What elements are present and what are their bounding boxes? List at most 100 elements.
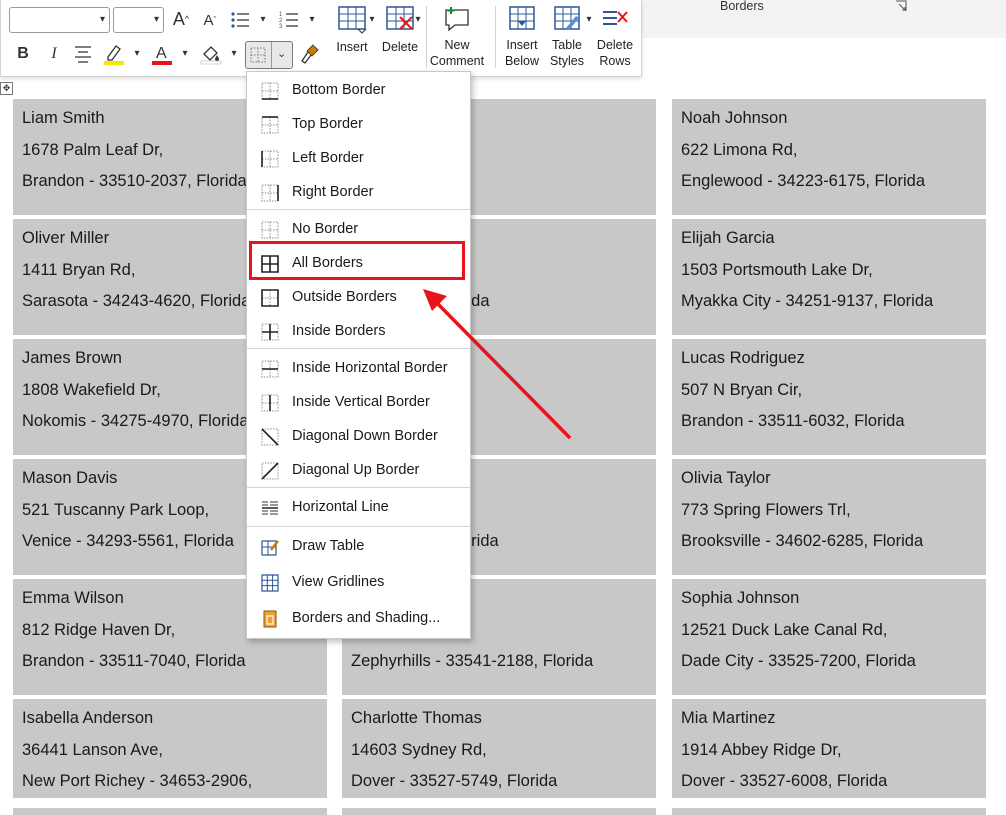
menu-item-label: Outside Borders (292, 289, 397, 305)
label-cell[interactable]: Elijah Garcia 1503 Portsmouth Lake Dr, Mya… (672, 219, 986, 335)
menu-separator (247, 487, 470, 488)
label-street: 12521 Duck Lake Canal Rd, (681, 620, 888, 639)
delete-label: Delete (381, 40, 419, 54)
chevron-down-icon[interactable]: ▾ (229, 48, 239, 59)
column-gap (657, 340, 671, 356)
menu-separator (247, 348, 470, 349)
chevron-down-icon[interactable]: ▾ (367, 14, 377, 25)
bottom-border-icon (261, 82, 279, 100)
menu-item-label: Inside Horizontal Border (292, 360, 448, 376)
borders-and-shading-icon (261, 610, 279, 628)
label-name: Sophia Johnson (681, 589, 800, 607)
view-gridlines-icon (261, 574, 279, 592)
menu-item-inside-borders[interactable]: Inside Borders (247, 315, 470, 347)
chevron-down-icon[interactable]: ▾ (180, 48, 190, 59)
column-gap (657, 700, 671, 716)
chevron-down-icon[interactable]: ▾ (307, 14, 317, 25)
insert-below-button[interactable]: Insert Below (501, 4, 543, 69)
italic-icon[interactable]: I (45, 44, 63, 64)
svg-text:A: A (156, 45, 167, 62)
dialog-launcher-icon[interactable] (895, 0, 907, 12)
insert-below-label: Insert Below (504, 38, 540, 68)
shrink-font-icon[interactable]: Aˇ (200, 10, 220, 30)
delete-table-icon (386, 6, 414, 30)
outside-borders-icon (261, 289, 279, 307)
label-cell[interactable]: Olivia Taylor 773 Spring Flowers Trl, Broo… (672, 459, 986, 575)
label-city-line: Englewood - 34223-6175, Florida (681, 172, 925, 190)
right-border-icon (261, 184, 279, 202)
diagonal-up-border-icon (261, 462, 279, 480)
ribbon: ▾ ▾ A ^ Aˇ ▾ 123 ▾ B I ▾ A ▾ ▾ ⌄ Insert ▾… (0, 0, 642, 77)
menu-item-diagonal-down-border[interactable]: Diagonal Down Border (247, 420, 470, 452)
borders-button[interactable]: ⌄ (245, 41, 293, 69)
menu-item-borders-and-shading[interactable]: Borders and Shading... (247, 602, 470, 634)
menu-separator (247, 526, 470, 527)
borders-dropdown-menu: Bottom Border Top Border Left Border Right … (246, 71, 471, 639)
menu-item-bottom-border[interactable]: Bottom Border (247, 74, 470, 106)
menu-item-left-border[interactable]: Left Border (247, 142, 470, 174)
label-city-line: Zephyrhills - 33541-2188, Florida (351, 652, 594, 670)
menu-item-draw-table[interactable]: Draw Table (247, 530, 470, 562)
left-border-icon (261, 150, 279, 168)
menu-item-label: View Gridlines (292, 574, 385, 590)
menu-item-inside-vertical-border[interactable]: Inside Vertical Border (247, 386, 470, 418)
label-street: 507 N Bryan Cir, (681, 380, 803, 399)
insert-button[interactable]: Insert (330, 4, 374, 55)
border-painter-icon[interactable] (299, 42, 321, 66)
table-move-handle[interactable]: ✥ (0, 82, 13, 95)
column-gap (327, 700, 341, 716)
chevron-down-icon[interactable]: ▾ (258, 14, 268, 25)
menu-item-outside-borders[interactable]: Outside Borders (247, 281, 470, 313)
grow-font-icon[interactable]: A ^ (171, 8, 191, 30)
label-cell[interactable]: Sophia Johnson 12521 Duck Lake Canal Rd, D… (672, 579, 986, 695)
column-gap (657, 460, 671, 476)
ribbon-separator (426, 6, 427, 68)
label-street: 1503 Portsmouth Lake Dr, (681, 260, 873, 279)
font-color-icon[interactable]: A (151, 42, 173, 66)
new-comment-label: New Comment (429, 38, 485, 68)
menu-item-top-border[interactable]: Top Border (247, 108, 470, 140)
new-comment-button[interactable]: New Comment (428, 4, 486, 69)
table-styles-button[interactable]: Table Styles (547, 4, 587, 69)
label-street: 773 Spring Flowers Trl, (681, 500, 851, 519)
label-city-line: Brooksville - 34602-6285, Florida (681, 532, 924, 550)
font-name-dropdown[interactable]: ▾ (9, 7, 110, 33)
bold-icon[interactable]: B (14, 44, 32, 64)
menu-item-right-border[interactable]: Right Border (247, 176, 470, 208)
highlight-icon[interactable] (103, 42, 125, 66)
column-gap (657, 580, 671, 596)
label-name: Charlotte Thomas (351, 709, 482, 727)
ribbon-separator (495, 6, 496, 68)
menu-item-label: Right Border (292, 184, 374, 200)
menu-item-horizontal-line[interactable]: Horizontal Line (247, 491, 470, 523)
label-cell[interactable]: Noah Johnson 622 Limona Rd, Englewood - 34… (672, 99, 986, 215)
menu-item-label: Draw Table (292, 538, 365, 554)
label-name: Noah Johnson (681, 109, 788, 127)
menu-item-diagonal-up-border[interactable]: Diagonal Up Border (247, 454, 470, 486)
inside-horizontal-border-icon (261, 360, 279, 378)
chevron-down-icon[interactable]: ▾ (132, 48, 142, 59)
delete-rows-button[interactable]: Delete Rows (593, 4, 637, 69)
align-center-icon[interactable] (73, 45, 93, 63)
numbering-icon[interactable]: 123 (279, 10, 299, 30)
chevron-down-icon[interactable]: ⌄ (277, 47, 286, 60)
status-bar-strip (0, 798, 1006, 808)
inside-borders-icon (261, 323, 279, 341)
top-border-icon (261, 116, 279, 134)
shading-icon[interactable] (200, 42, 222, 66)
draw-table-icon (261, 538, 279, 556)
label-city-line: Myakka City - 34251-9137, Florida (681, 292, 934, 310)
menu-item-inside-horizontal-border[interactable]: Inside Horizontal Border (247, 352, 470, 384)
menu-item-label: Horizontal Line (292, 499, 389, 515)
menu-item-view-gridlines[interactable]: View Gridlines (247, 566, 470, 598)
menu-item-label: Borders and Shading... (292, 610, 441, 626)
chevron-down-icon[interactable]: ▾ (413, 14, 423, 25)
font-size-dropdown[interactable]: ▾ (113, 7, 164, 33)
label-street: 1914 Abbey Ridge Dr, (681, 740, 842, 759)
label-cell[interactable]: Lucas Rodriguez 507 N Bryan Cir, Brandon -… (672, 339, 986, 455)
no-border-icon (261, 221, 279, 239)
label-name: Olivia Taylor (681, 469, 771, 487)
delete-button[interactable]: Delete (378, 4, 422, 55)
ribbon-background (640, 0, 1006, 38)
bullets-icon[interactable] (230, 10, 250, 30)
